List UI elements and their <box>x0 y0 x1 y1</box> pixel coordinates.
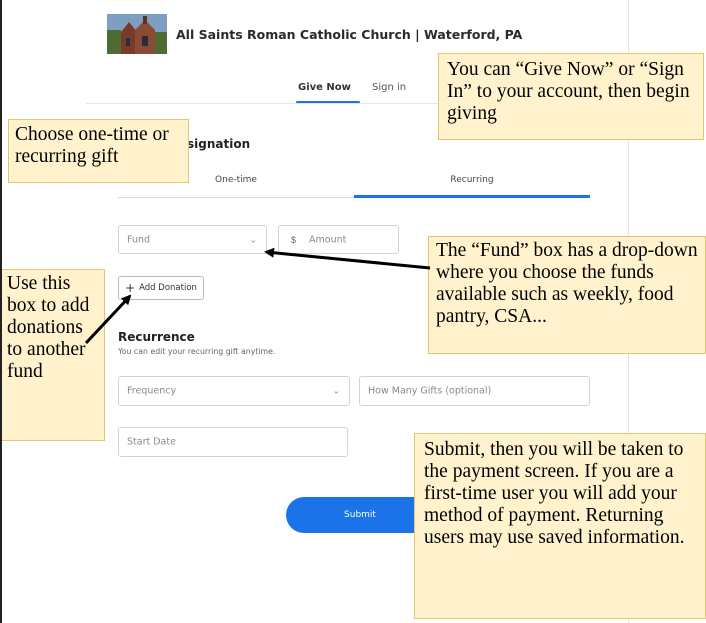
annotation-arrows <box>84 247 431 345</box>
arrow-to-add-donation <box>84 294 132 345</box>
arrow-to-fund <box>264 247 431 270</box>
